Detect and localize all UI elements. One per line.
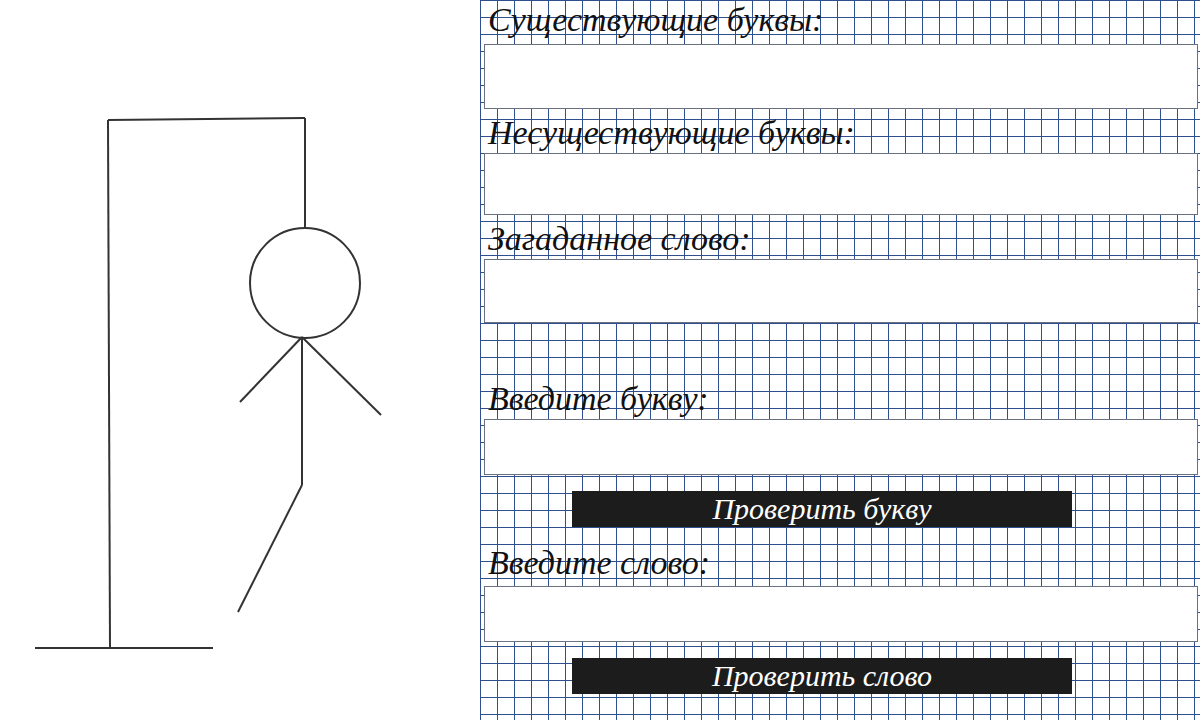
check-letter-button[interactable]: Проверить букву: [572, 491, 1072, 527]
gallows-area: [0, 0, 480, 720]
hidden-word-box: [484, 259, 1198, 323]
missing-letters-box: [484, 153, 1198, 215]
hidden-word-label: Загаданное слово:: [480, 219, 1200, 259]
word-input-wrap: [480, 586, 1200, 642]
hangman-left-leg: [238, 485, 302, 612]
hangman-body: [301, 337, 303, 485]
gallows-drawing: [0, 0, 480, 720]
hangman-right-arm: [302, 337, 381, 415]
letter-input[interactable]: [484, 419, 1198, 475]
gallows-rope: [304, 118, 306, 228]
letter-input-label: Введите букву:: [480, 379, 1200, 419]
word-input[interactable]: [484, 586, 1198, 642]
existing-letters-label: Существующие буквы:: [480, 0, 1200, 40]
game-panel: Существующие буквы: Несуществующие буквы:…: [480, 0, 1200, 720]
app: Существующие буквы: Несуществующие буквы:…: [0, 0, 1200, 720]
check-word-button[interactable]: Проверить слово: [572, 658, 1072, 694]
missing-letters-label: Несуществующие буквы:: [480, 113, 1200, 153]
hangman-left-arm: [240, 337, 302, 402]
gallows-pole: [108, 120, 110, 648]
existing-letters-box: [484, 44, 1198, 109]
hangman-head: [250, 228, 360, 338]
word-input-label: Введите слово:: [480, 543, 1200, 583]
gallows-beam: [108, 118, 305, 120]
gallows-base: [35, 647, 213, 649]
